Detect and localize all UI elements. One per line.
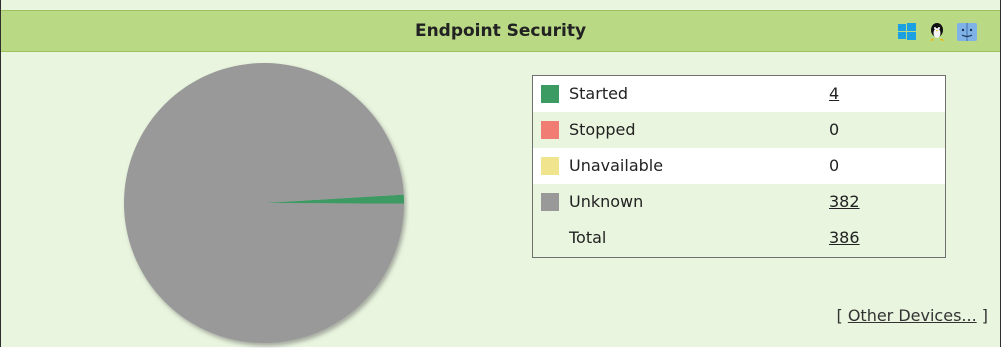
stopped-count: 0 xyxy=(829,120,840,139)
windows-icon[interactable] xyxy=(896,21,918,43)
total-count-link[interactable]: 386 xyxy=(829,220,860,256)
legend-row-started: Started 4 xyxy=(533,76,945,112)
legend-row-total: Total 386 xyxy=(533,220,945,257)
other-devices-link[interactable]: Other Devices... xyxy=(848,306,977,325)
unknown-label: Unknown xyxy=(569,192,644,211)
pie-chart xyxy=(119,58,409,348)
started-swatch xyxy=(541,85,559,103)
unavailable-swatch xyxy=(541,157,559,175)
other-devices-close-bracket: ] xyxy=(981,306,988,325)
panel-title: Endpoint Security xyxy=(414,21,587,41)
stopped-label: Stopped xyxy=(569,120,636,139)
started-count-link[interactable]: 4 xyxy=(829,76,839,112)
legend-row-unavailable: Unavailable 0 xyxy=(533,148,945,184)
linux-icon[interactable] xyxy=(926,21,948,43)
unknown-count-link[interactable]: 382 xyxy=(829,184,860,220)
unknown-swatch xyxy=(541,193,559,211)
unavailable-count: 0 xyxy=(829,156,840,175)
legend-table: Started 4 Stopped 0 Unavailable 0 Unknow… xyxy=(532,75,946,258)
other-devices: [ Other Devices... ] xyxy=(836,306,988,325)
pie-chart-svg xyxy=(124,63,404,344)
started-label: Started xyxy=(569,84,629,103)
endpoint-security-panel: Endpoint Security Started 4 Stopped 0 Un… xyxy=(0,0,1001,347)
legend-row-unknown: Unknown 382 xyxy=(533,184,945,220)
stopped-swatch xyxy=(541,121,559,139)
total-label: Total xyxy=(569,228,607,247)
legend-row-stopped: Stopped 0 xyxy=(533,112,945,148)
os-icon-group xyxy=(896,21,978,43)
panel-header: Endpoint Security xyxy=(1,10,1000,52)
mac-icon[interactable] xyxy=(956,21,978,43)
other-devices-open-bracket: [ xyxy=(836,306,843,325)
unavailable-label: Unavailable xyxy=(569,156,664,175)
